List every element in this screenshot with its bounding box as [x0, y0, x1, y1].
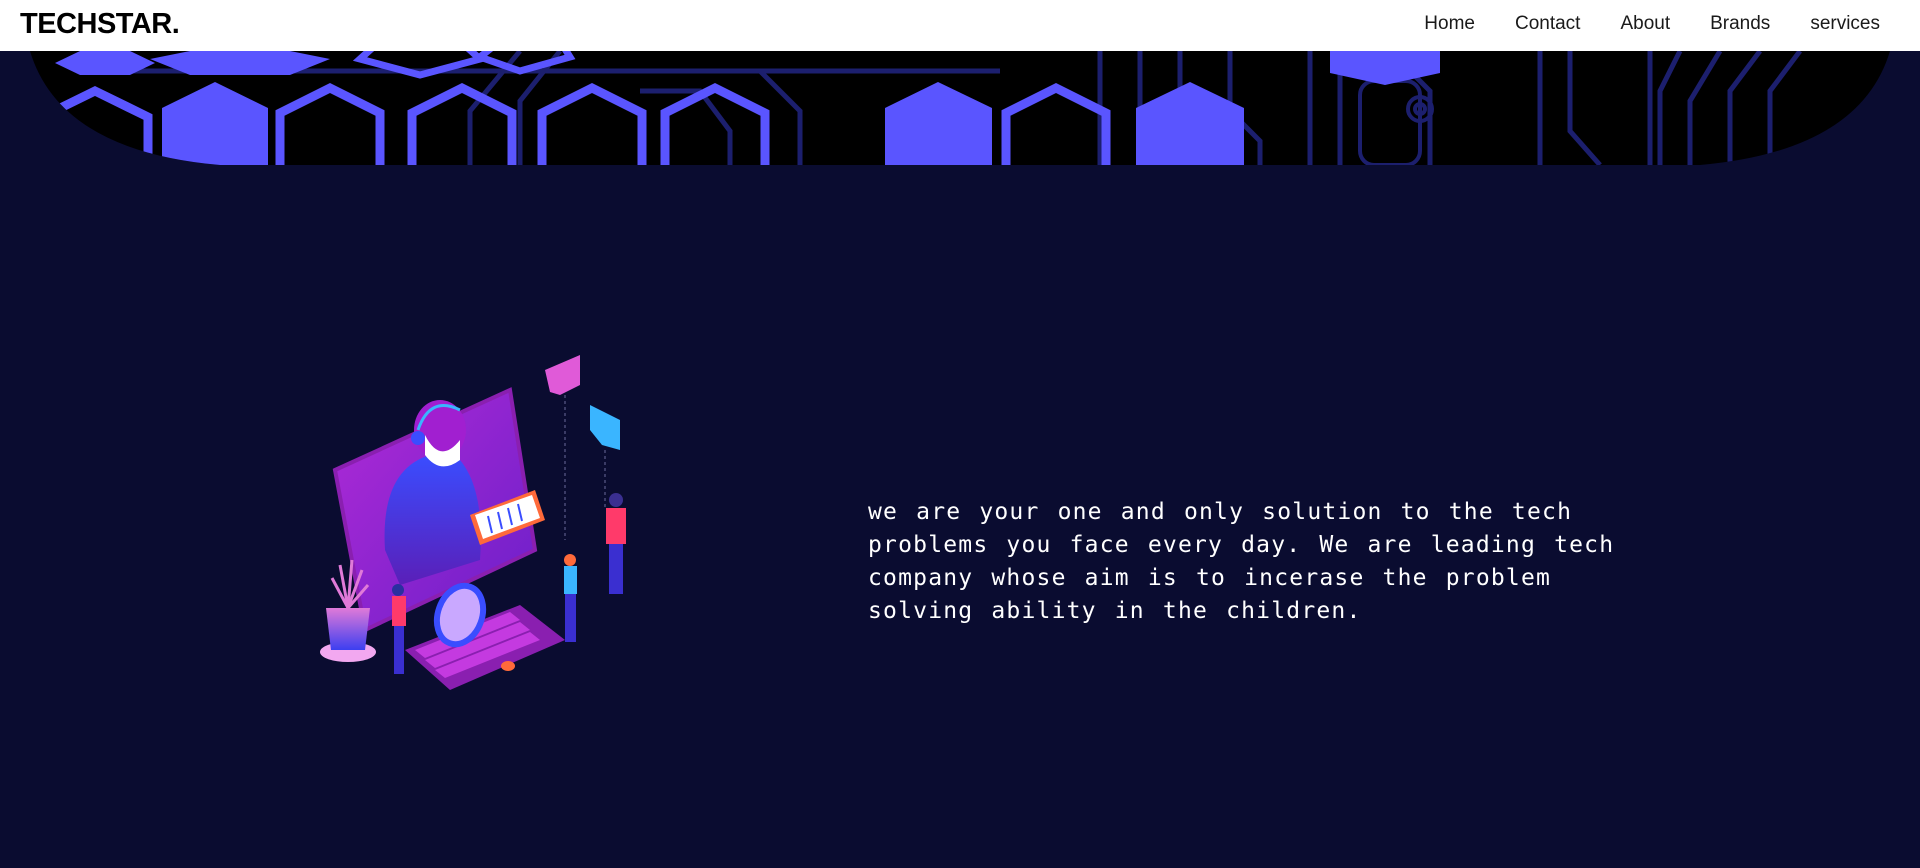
- brand-logo[interactable]: TECHSTAR.: [20, 8, 180, 41]
- nav-services[interactable]: services: [1810, 13, 1880, 35]
- nav-brands[interactable]: Brands: [1710, 13, 1770, 35]
- circuit-banner-graphic: [0, 51, 1920, 165]
- about-section: we are your one and only solution to the…: [0, 165, 1920, 868]
- nav-links: Home Contact About Brands services: [1424, 0, 1880, 48]
- nav-contact[interactable]: Contact: [1515, 13, 1580, 35]
- nav-about[interactable]: About: [1620, 13, 1670, 35]
- nav-home[interactable]: Home: [1424, 13, 1475, 35]
- hero-banner-image: [0, 51, 1920, 165]
- about-description: we are your one and only solution to the…: [868, 499, 1615, 624]
- support-agent-icon: [320, 355, 626, 690]
- support-agent-illustration: [310, 350, 650, 720]
- navbar: TECHSTAR. Home Contact About Brands serv…: [0, 0, 1920, 51]
